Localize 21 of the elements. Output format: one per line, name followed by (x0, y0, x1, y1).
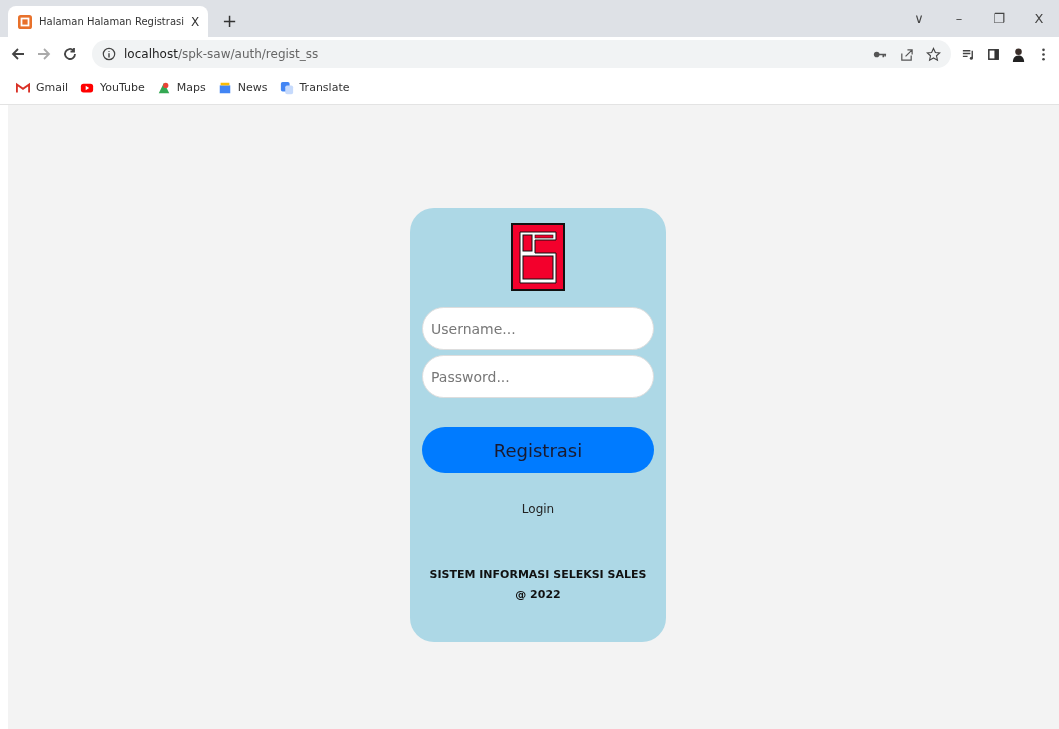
bookmark-link[interactable]: Maps (176, 81, 206, 94)
bookmark-link[interactable]: YouTube (100, 81, 145, 94)
register-button[interactable]: Registrasi (422, 427, 654, 473)
username-field[interactable]: Username... (422, 307, 654, 350)
bookmark-link[interactable]: Gmail (36, 81, 69, 94)
window-control-button[interactable]: X (1019, 11, 1059, 26)
bookmark-link[interactable]: Translate (299, 81, 350, 94)
window-control-button[interactable]: ❐ (979, 11, 1019, 26)
url-text: localhost/spk-saw/auth/regist_ss (124, 47, 319, 61)
window-control-button[interactable]: – (939, 11, 979, 26)
footer-text: @ 2022 (515, 588, 561, 601)
tab-close-button[interactable]: X (191, 14, 200, 29)
footer-text: SISTEM INFORMASI SELEKSI SALES (429, 568, 647, 581)
bookmark-link[interactable]: News (237, 81, 268, 94)
password-field[interactable]: Password... (422, 355, 654, 398)
browser-tab[interactable]: Halaman Halaman Registrasi X (8, 6, 208, 37)
new-tab-button[interactable]: + (222, 10, 238, 31)
window-control-button[interactable]: ∨ (899, 11, 939, 26)
login-link[interactable]: Login (521, 502, 555, 516)
address-bar[interactable]: localhost/spk-saw/auth/regist_ss (92, 40, 951, 68)
tab-title: Halaman Halaman Registrasi (39, 16, 184, 27)
